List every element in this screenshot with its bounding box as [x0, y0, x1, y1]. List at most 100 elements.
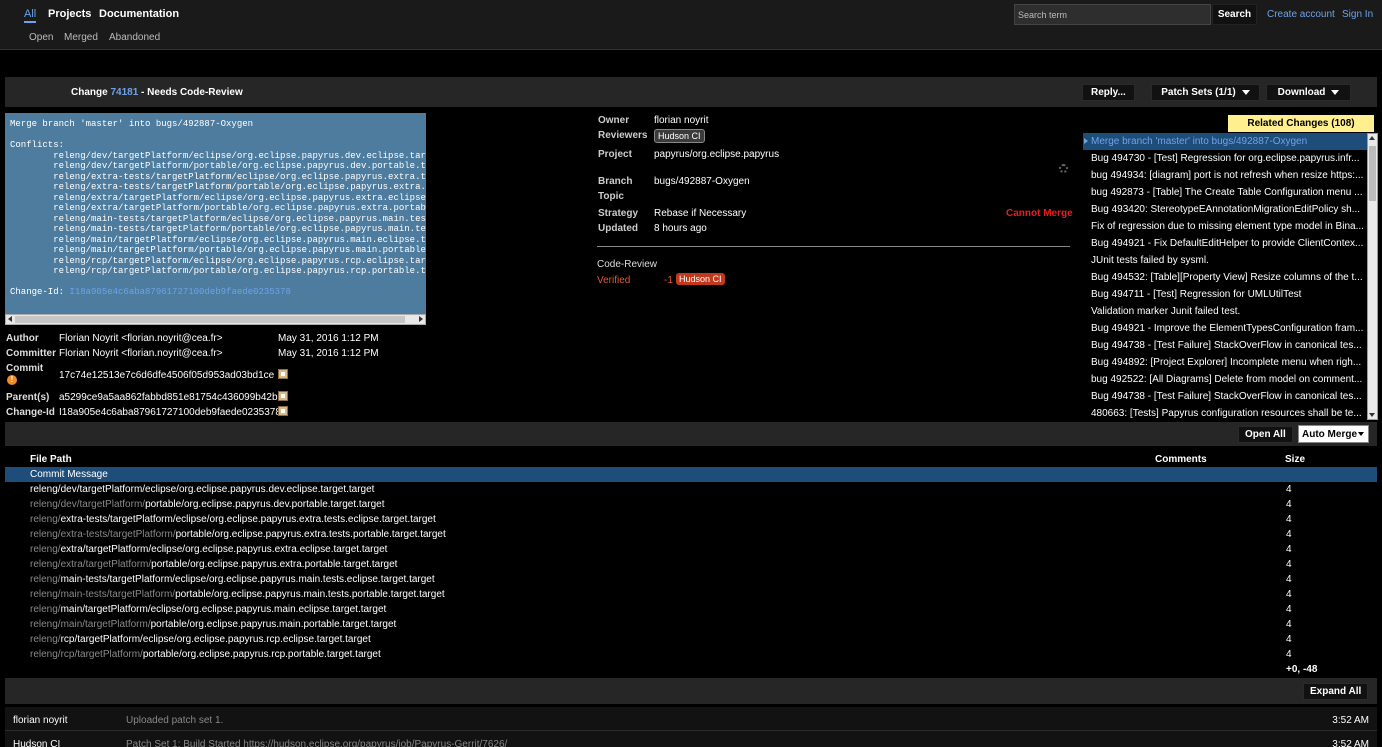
change-id-link[interactable]: I18a905e4c6aba87961727100deb9faede023537… [69, 287, 290, 297]
comments-header: Comments [1155, 454, 1207, 465]
change-number-link[interactable]: 74181 [110, 87, 138, 98]
menu-projects[interactable]: Projects [48, 8, 91, 20]
updated-label: Updated [598, 223, 638, 234]
reply-button[interactable]: Reply... [1082, 84, 1135, 101]
submenu-abandoned[interactable]: Abandoned [109, 32, 160, 43]
search-input[interactable] [1014, 4, 1211, 25]
table-row[interactable]: releng/dev/targetPlatform/portable/org.e… [5, 497, 1377, 512]
author-link[interactable]: Florian Noyrit <florian.noyrit@cea.fr> [59, 333, 223, 344]
patch-sets-button[interactable]: Patch Sets (1/1) [1151, 84, 1260, 101]
topic-label: Topic [598, 191, 624, 202]
commit-message-text: Merge branch 'master' into bugs/492887-O… [10, 119, 426, 276]
related-item[interactable]: Bug 494921 - Improve the ElementTypesCon… [1083, 320, 1367, 337]
copy-icon[interactable] [278, 406, 288, 416]
download-button[interactable]: Download [1266, 84, 1351, 101]
cannot-merge-status: Cannot Merge [1006, 208, 1073, 219]
table-row[interactable]: releng/main-tests/targetPlatform/portabl… [5, 587, 1377, 602]
table-row[interactable]: releng/extra-tests/targetPlatform/eclips… [5, 512, 1377, 527]
reviewers-label: Reviewers [598, 130, 648, 141]
expand-all-button[interactable]: Expand All [1303, 683, 1369, 700]
history-row[interactable]: florian noyrit Uploaded patch set 1. 3:5… [5, 707, 1377, 731]
scroll-right-icon[interactable] [419, 316, 423, 322]
related-item[interactable]: Bug 494738 - [Test Failure] StackOverFlo… [1083, 337, 1367, 354]
commit-message-scrollbar[interactable] [5, 314, 426, 325]
project-value[interactable]: papyrus/org.eclipse.papyrus [654, 149, 779, 160]
table-row[interactable]: releng/main/targetPlatform/portable/org.… [5, 617, 1377, 632]
code-review-label: Code-Review [597, 259, 658, 270]
table-row[interactable]: releng/extra-tests/targetPlatform/portab… [5, 527, 1377, 542]
related-item[interactable]: 480663: [Tests] Papyrus configuration re… [1083, 405, 1367, 420]
divider [597, 246, 1070, 247]
table-row[interactable]: releng/dev/targetPlatform/eclipse/org.ec… [5, 482, 1377, 497]
change-id-label: Change-Id: [10, 287, 65, 297]
copy-icon[interactable] [278, 369, 288, 379]
table-row[interactable]: releng/rcp/targetPlatform/portable/org.e… [5, 647, 1377, 662]
related-item[interactable]: Bug 494730 - [Test] Regression for org.e… [1083, 150, 1367, 167]
branch-label: Branch [598, 176, 633, 187]
related-item[interactable]: Bug 493420: StereotypeEAnnotationMigrati… [1083, 201, 1367, 218]
gear-icon[interactable] [1059, 164, 1068, 173]
tab-related-changes[interactable]: Related Changes (108) [1228, 115, 1374, 132]
related-item[interactable]: JUnit tests failed by sysml. [1083, 252, 1367, 269]
verified-by-chip[interactable]: Hudson CI [676, 273, 725, 285]
change-id-info-value: I18a905e4c6aba87961727100deb9faede023537… [59, 407, 281, 418]
sign-in-link[interactable]: Sign In [1342, 9, 1373, 20]
file-toolbar [5, 422, 1377, 446]
change-title: Change 74181 - Needs Code-Review [71, 87, 243, 98]
related-item[interactable]: bug 492522: [All Diagrams] Delete from m… [1083, 371, 1367, 388]
owner-value[interactable]: florian noyrit [654, 115, 708, 126]
scroll-left-icon[interactable] [8, 316, 12, 322]
parents-label: Parent(s) [6, 392, 50, 403]
menu-documentation[interactable]: Documentation [99, 8, 179, 20]
table-row[interactable]: releng/main/targetPlatform/eclipse/org.e… [5, 602, 1377, 617]
committer-link[interactable]: Florian Noyrit <florian.noyrit@cea.fr> [59, 348, 223, 359]
diff-totals: +0, -48 [1286, 664, 1318, 675]
submenu-merged[interactable]: Merged [64, 32, 98, 43]
submenu-open[interactable]: Open [29, 32, 53, 43]
parent-hash-link[interactable]: a5299ce9a5aa862fabbd851e81754c436099b42b [59, 392, 278, 403]
related-item[interactable]: Bug 494711 - [Test] Regression for UMLUt… [1083, 286, 1367, 303]
table-row[interactable]: releng/rcp/targetPlatform/eclipse/org.ec… [5, 632, 1377, 647]
chevron-down-icon [1358, 432, 1364, 436]
copy-icon[interactable] [278, 391, 288, 401]
search-button[interactable]: Search [1212, 4, 1257, 25]
branch-value[interactable]: bugs/492887-Oxygen [654, 176, 750, 187]
chevron-down-icon [1241, 89, 1250, 95]
related-item[interactable]: Merge branch 'master' into bugs/492887-O… [1083, 133, 1367, 150]
strategy-label: Strategy [598, 208, 639, 219]
scroll-up-icon[interactable] [1369, 136, 1375, 140]
commit-label: Commit [6, 363, 44, 374]
menu-all[interactable]: All [24, 8, 37, 23]
related-item[interactable]: Bug 494892: [Project Explorer] Incomplet… [1083, 354, 1367, 371]
table-row[interactable]: releng/extra/targetPlatform/portable/org… [5, 557, 1377, 572]
related-item[interactable]: bug 494934: [diagram] port is not refres… [1083, 167, 1367, 184]
reviewer-chip[interactable]: Hudson CI [654, 129, 705, 143]
size-header: Size [1285, 454, 1306, 465]
related-item[interactable]: Bug 494921 - Fix DefaultEditHelper to pr… [1083, 235, 1367, 252]
history-toolbar [5, 678, 1377, 704]
related-item[interactable]: bug 492873 - [Table] The Create Table Co… [1083, 184, 1367, 201]
related-item[interactable]: Fix of regression due to missing element… [1083, 218, 1367, 235]
table-row[interactable]: releng/main-tests/targetPlatform/eclipse… [5, 572, 1377, 587]
create-account-link[interactable]: Create account [1267, 9, 1335, 20]
scroll-thumb[interactable] [1369, 146, 1376, 201]
table-row[interactable]: releng/extra/targetPlatform/eclipse/org.… [5, 542, 1377, 557]
commit-message-row[interactable]: Commit Message [5, 467, 1377, 482]
related-item[interactable]: Bug 494738 - [Test Failure] StackOverFlo… [1083, 388, 1367, 405]
scroll-down-icon[interactable] [1369, 413, 1375, 417]
scroll-thumb[interactable] [15, 316, 405, 323]
related-changes-scrollbar[interactable] [1367, 133, 1378, 420]
auto-merge-select[interactable]: Auto Merge [1298, 425, 1369, 443]
verified-score: -1 [664, 275, 673, 286]
related-item[interactable]: Validation marker Junit failed test. [1083, 303, 1367, 320]
updated-value: 8 hours ago [654, 223, 707, 234]
history-row[interactable]: Hudson CI Patch Set 1: Build Started htt… [5, 731, 1377, 747]
related-item[interactable]: Bug 494532: [Table][Property View] Resiz… [1083, 269, 1367, 286]
committer-label: Committer [6, 348, 57, 359]
verified-label: Verified [597, 275, 631, 286]
chevron-down-icon [1331, 89, 1340, 95]
open-all-button[interactable]: Open All [1238, 426, 1293, 443]
change-header: Change 74181 - Needs Code-Review Reply..… [5, 77, 1377, 107]
project-label: Project [598, 149, 632, 160]
file-path-header: File Path [30, 454, 72, 465]
